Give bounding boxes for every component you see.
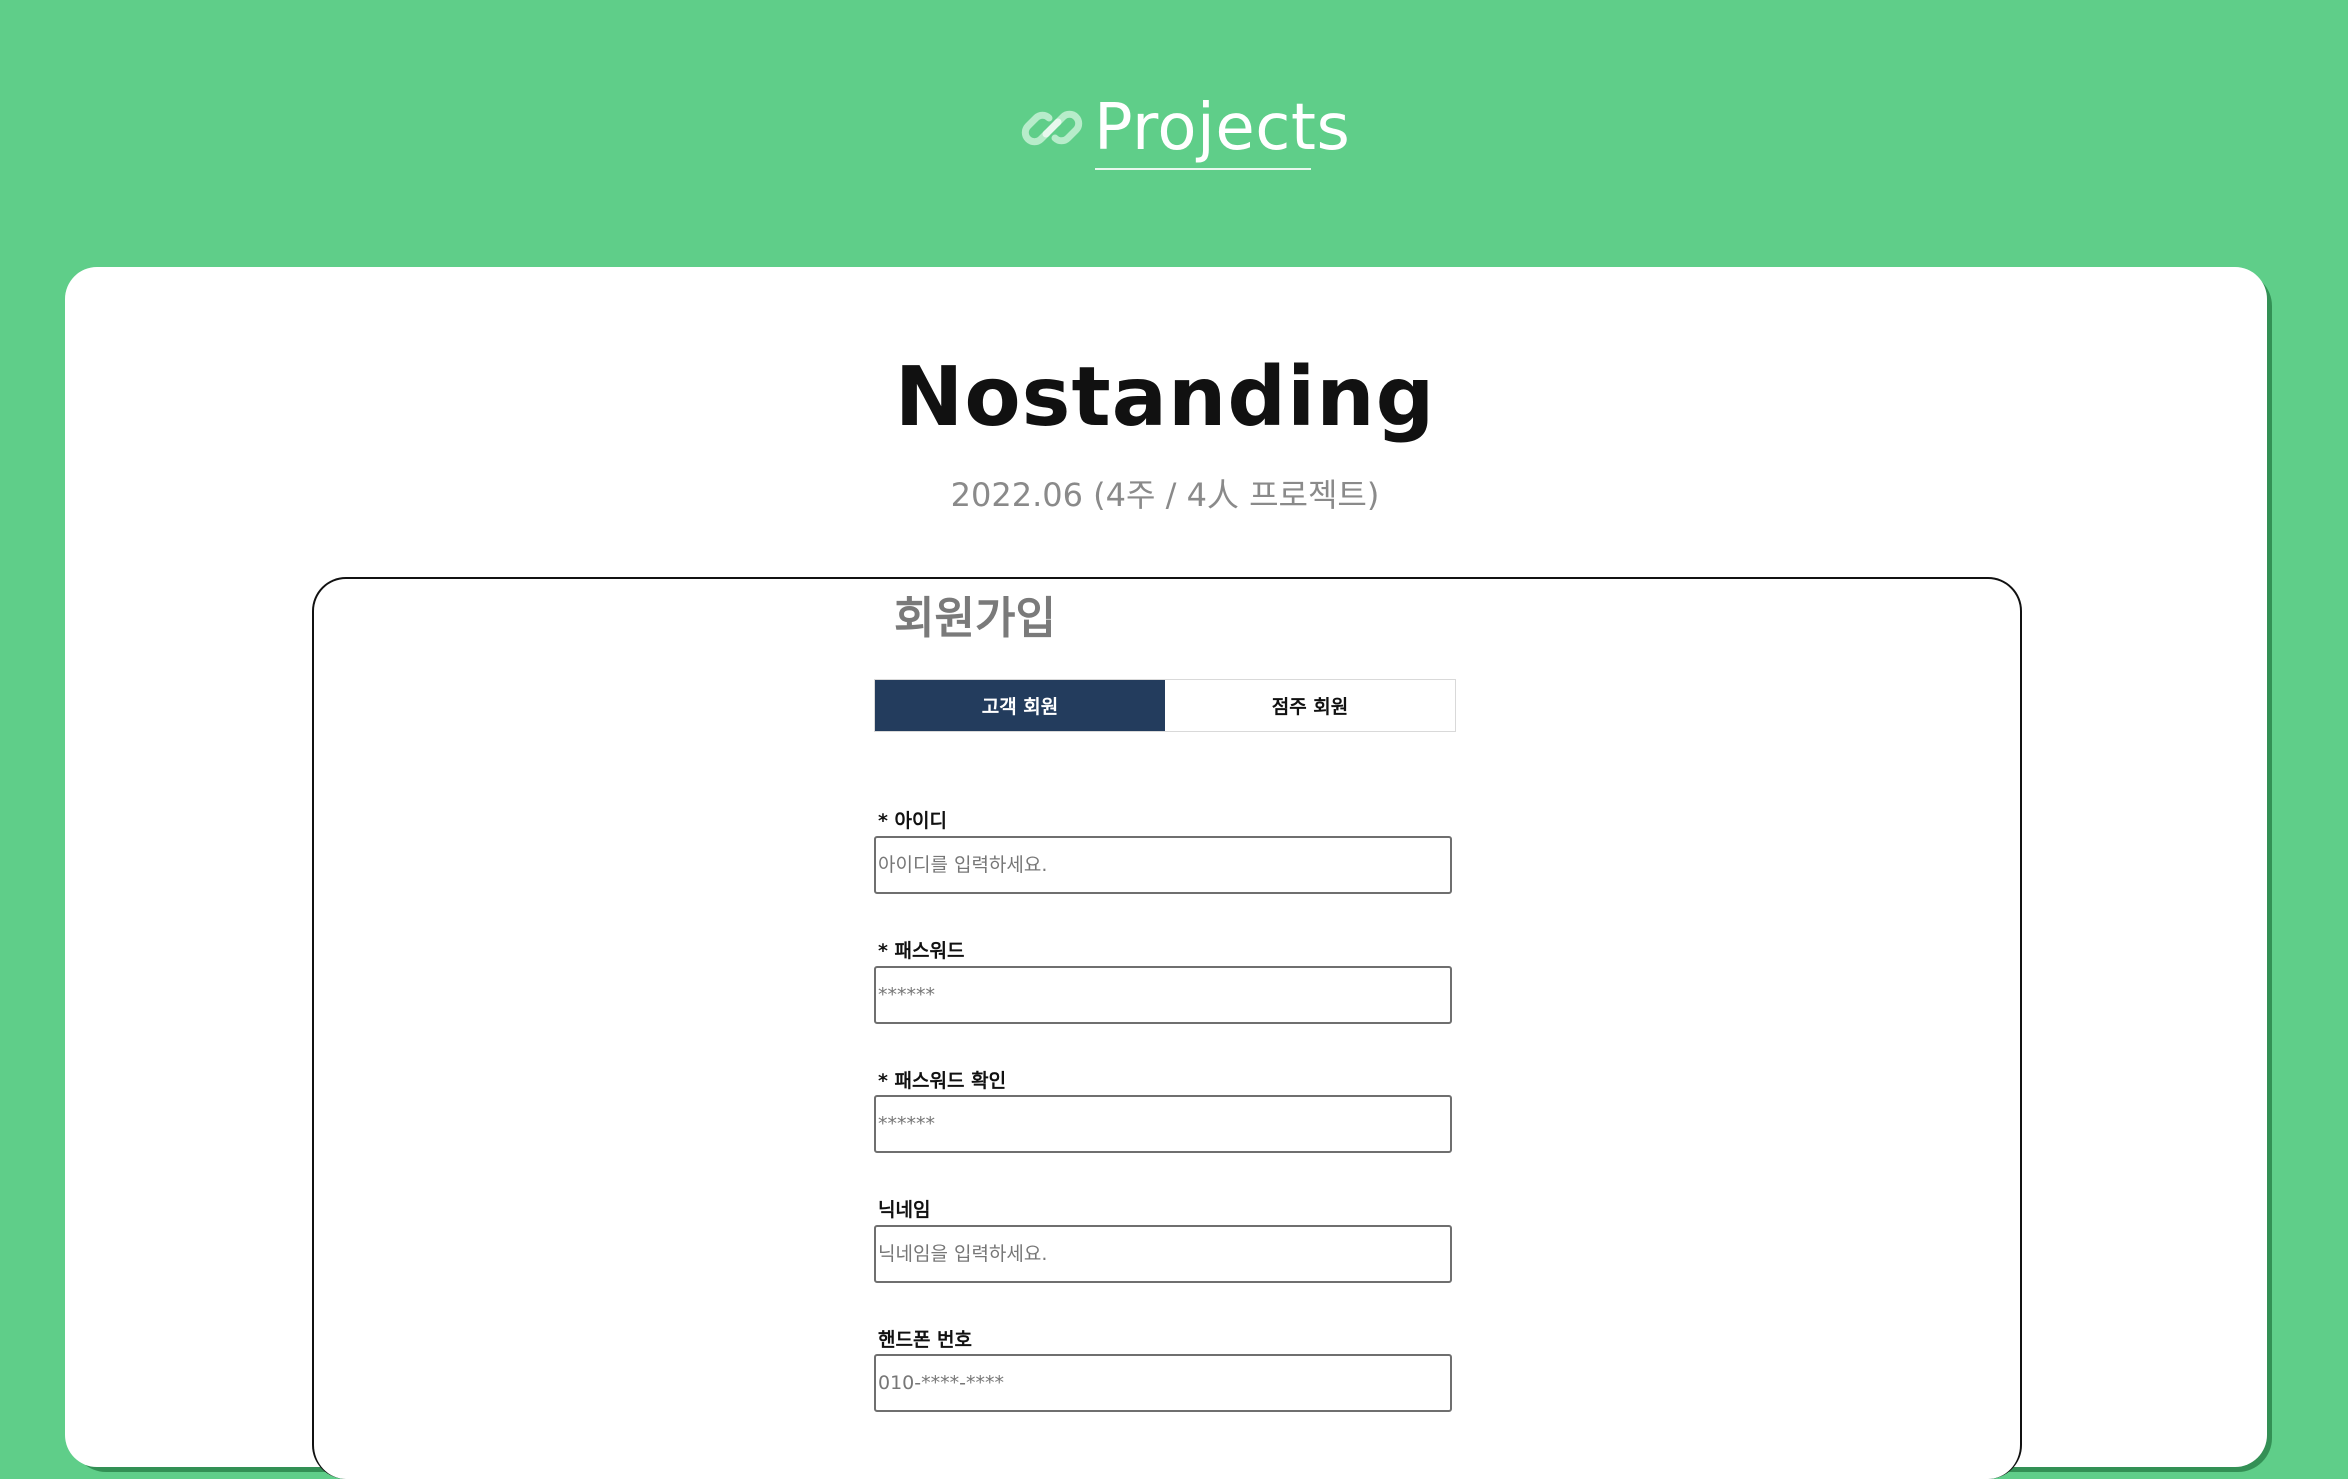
id-label: * 아이디: [878, 810, 947, 832]
project-name: Nostanding: [894, 350, 1436, 445]
password-label: * 패스워드: [878, 940, 965, 962]
link-icon: [1021, 110, 1083, 146]
signup-title: 회원가입: [894, 593, 1056, 644]
page-header: Projects: [0, 0, 2348, 200]
phone-label: 핸드폰 번호: [878, 1329, 973, 1351]
header-title-group: Projects: [1020, 78, 1350, 178]
nickname-input[interactable]: [874, 1225, 1452, 1283]
password-input[interactable]: [874, 966, 1452, 1024]
header-title: Projects: [1094, 91, 1351, 165]
phone-input[interactable]: [874, 1354, 1452, 1412]
header-underline: [1095, 168, 1311, 170]
nickname-label: 닉네임: [878, 1199, 931, 1221]
project-meta: 2022.06 (4주 / 4人 프로젝트): [950, 476, 1380, 514]
password-confirm-label: * 패스워드 확인: [878, 1070, 1007, 1092]
id-input[interactable]: [874, 836, 1452, 894]
member-type-tabs: 고객 회원 점주 회원: [874, 679, 1456, 732]
tab-customer-member[interactable]: 고객 회원: [875, 680, 1165, 731]
tab-owner-member[interactable]: 점주 회원: [1165, 680, 1455, 731]
password-confirm-input[interactable]: [874, 1095, 1452, 1153]
